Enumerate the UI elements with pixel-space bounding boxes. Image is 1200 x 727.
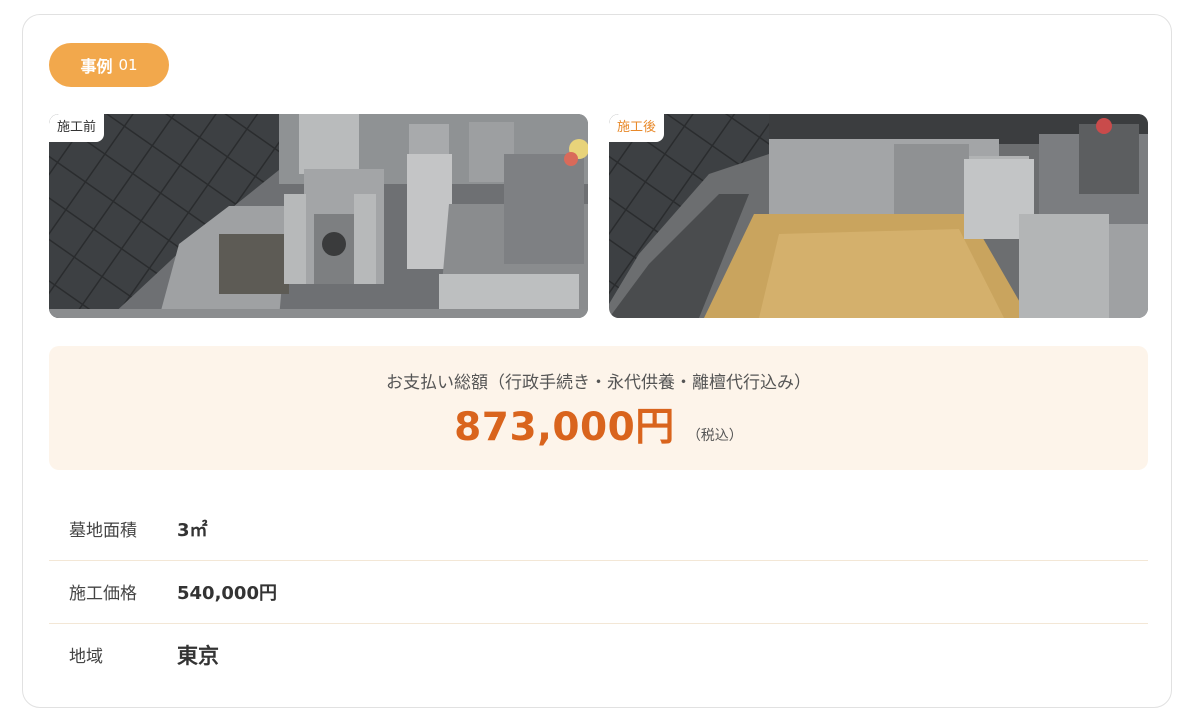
payment-amount-line: 873,000円 （税込）: [49, 396, 1148, 452]
case-badge: 事例 01: [49, 43, 169, 87]
after-photo[interactable]: 施工後: [609, 114, 1148, 318]
before-photo[interactable]: 施工前: [49, 114, 588, 318]
before-tag: 施工前: [49, 114, 105, 142]
payment-label: お支払い総額（行政手続き・永代供養・離檀代行込み）: [386, 373, 811, 393]
payment-summary: お支払い総額（行政手続き・永代供養・離檀代行込み） 873,000円 （税込）: [49, 346, 1148, 470]
payment-amount: 873,000円: [454, 405, 675, 450]
case-badge-number: 01: [118, 56, 138, 74]
tax-note: （税込）: [686, 428, 743, 444]
case-badge-label: 事例: [80, 57, 113, 76]
spec-label: 墓地面積: [69, 521, 137, 541]
spec-row-region: 地域 東京: [49, 623, 1148, 686]
spec-label: 施工価格: [69, 584, 137, 604]
spec-label: 地域: [69, 647, 103, 667]
spec-row-area: 墓地面積 3㎡: [49, 497, 1148, 561]
before-photo-image: [49, 114, 588, 318]
after-tag: 施工後: [609, 114, 665, 142]
spec-value: 3㎡: [177, 519, 208, 541]
case-card: 事例 01 施工前 施工後 お支払い総額（行政手続き・永代供養・離檀代行込み） …: [22, 14, 1172, 708]
after-photo-image: [609, 114, 1148, 318]
spec-row-price: 施工価格 540,000円: [49, 560, 1148, 624]
spec-value: 540,000円: [177, 582, 277, 604]
spec-value: 東京: [177, 643, 219, 668]
